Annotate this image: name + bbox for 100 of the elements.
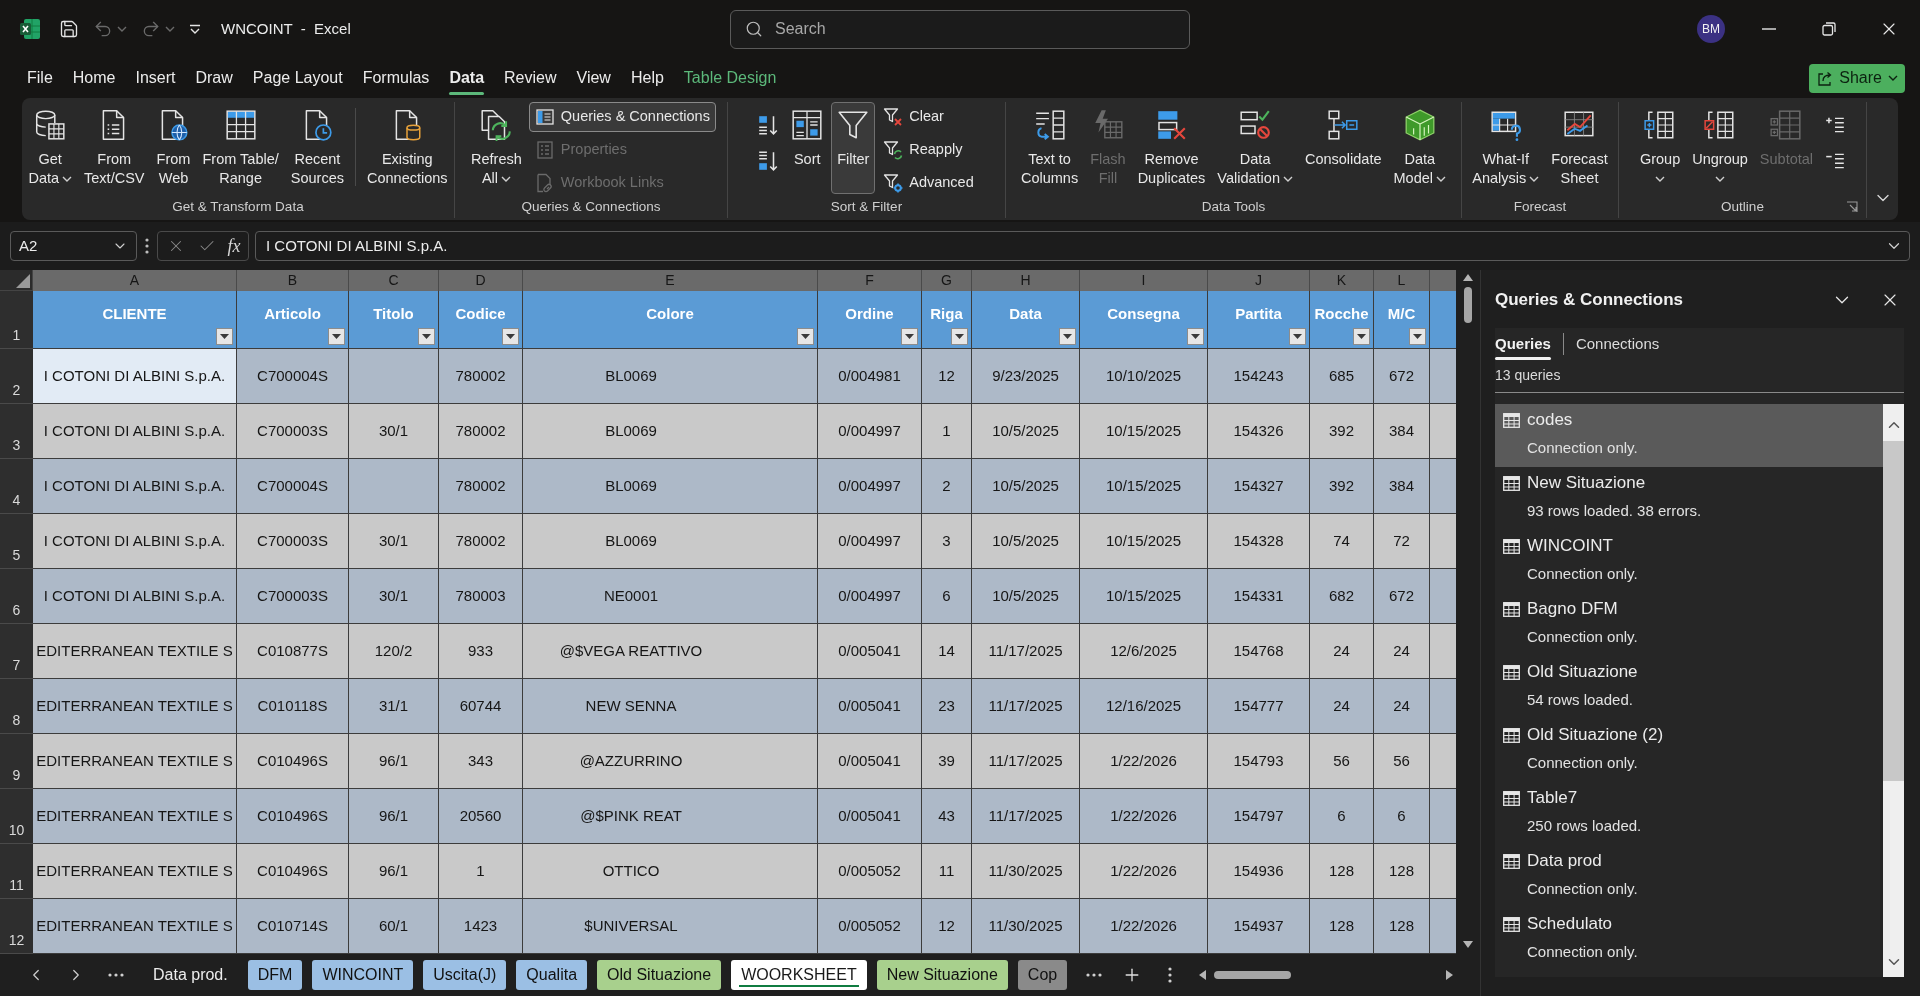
ribbon-button[interactable]: From Text/CSV bbox=[79, 102, 150, 194]
search-field[interactable]: Search bbox=[730, 9, 1190, 49]
select-all-corner[interactable] bbox=[0, 270, 33, 291]
group-label: Outline bbox=[1721, 197, 1764, 216]
table-cell: 1/22/2026 bbox=[1080, 899, 1208, 954]
table-cell: 23 bbox=[922, 679, 972, 734]
table-cell: EDITERRANEAN TEXTILE S bbox=[33, 789, 237, 844]
ribbon-button[interactable]: Data Validation bbox=[1212, 102, 1298, 194]
query-item[interactable]: codes Connection only. bbox=[1495, 404, 1883, 467]
ribbon-button[interactable]: Recent Sources bbox=[285, 102, 349, 194]
ribbon-tab[interactable]: Table Design bbox=[673, 58, 787, 98]
table-cell: 2 bbox=[922, 459, 972, 514]
panel-tab[interactable]: Connections bbox=[1575, 328, 1660, 360]
ribbon-tab[interactable]: Data bbox=[439, 58, 495, 98]
filter-button[interactable] bbox=[328, 328, 345, 345]
row-header[interactable]: 3 bbox=[0, 404, 33, 459]
ribbon-tab[interactable]: Home bbox=[62, 58, 126, 98]
filter-button[interactable] bbox=[216, 328, 233, 345]
sheet-tab[interactable]: Data prod. bbox=[143, 960, 238, 990]
table-cell: 154326 bbox=[1208, 404, 1310, 459]
ribbon-button[interactable]: Remove Duplicates bbox=[1132, 102, 1211, 194]
table-cell: 11 bbox=[922, 844, 972, 899]
ribbon-tab[interactable]: View bbox=[566, 58, 621, 98]
column-title: Colore bbox=[646, 304, 694, 325]
row-header[interactable]: 2 bbox=[0, 349, 33, 404]
ribbon-tab[interactable]: Page Layout bbox=[242, 58, 353, 98]
filter-button[interactable] bbox=[1353, 328, 1370, 345]
formula-field[interactable]: I COTONI DI ALBINI S.p.A. bbox=[255, 231, 1910, 261]
ribbon-tab[interactable]: Review bbox=[494, 58, 567, 98]
sheet-tab[interactable]: Qualita bbox=[516, 960, 588, 990]
ribbon-small-button[interactable]: Clear bbox=[877, 102, 980, 132]
account-avatar[interactable]: BM bbox=[1697, 15, 1725, 43]
ribbon-button[interactable]: Forecast Sheet bbox=[1546, 102, 1613, 194]
row-header[interactable]: 4 bbox=[0, 459, 33, 514]
filter-button[interactable] bbox=[418, 328, 435, 345]
insert-function-button[interactable]: fx bbox=[225, 234, 243, 258]
sheet-tab[interactable]: Cop bbox=[1017, 960, 1068, 990]
sheet-tab[interactable]: New Situazione bbox=[876, 960, 1008, 990]
row-header[interactable]: 12 bbox=[0, 899, 33, 954]
ribbon-button[interactable]: Sort bbox=[785, 102, 830, 194]
ribbon-tab[interactable]: Insert bbox=[125, 58, 186, 98]
sheet-tab[interactable]: Uscita(J) bbox=[423, 960, 507, 990]
row-header[interactable]: 6 bbox=[0, 569, 33, 624]
panel-tab[interactable]: Queries bbox=[1495, 328, 1551, 360]
filter-button[interactable] bbox=[951, 328, 968, 345]
ribbon-small-button[interactable]: Reapply bbox=[877, 135, 980, 165]
filter-button[interactable] bbox=[1409, 328, 1426, 345]
ribbon-button[interactable]: Group bbox=[1634, 102, 1686, 194]
table-cell: 3 bbox=[922, 514, 972, 569]
sheet-tab[interactable]: Old Situazione bbox=[597, 960, 722, 990]
filter-button[interactable] bbox=[1059, 328, 1076, 345]
ribbon-button[interactable]: What-If Analysis bbox=[1467, 102, 1545, 194]
ribbon-tab[interactable]: Draw bbox=[185, 58, 243, 98]
filter-button[interactable] bbox=[901, 328, 918, 345]
caret-icon bbox=[1529, 175, 1540, 182]
table-cell: I COTONI DI ALBINI S.p.A. bbox=[33, 349, 237, 404]
scrollbar-thumb[interactable] bbox=[1214, 971, 1292, 979]
share-button[interactable]: Share bbox=[1809, 63, 1905, 93]
ribbon-button[interactable]: From Web bbox=[151, 102, 196, 194]
row-header[interactable]: 11 bbox=[0, 844, 33, 899]
table-cell: 392 bbox=[1310, 404, 1374, 459]
ribbon-button[interactable]: Data Model bbox=[1388, 102, 1452, 194]
ribbon-tab[interactable]: Help bbox=[620, 58, 674, 98]
table-cell: 10/15/2025 bbox=[1080, 459, 1208, 514]
name-box[interactable]: A2 bbox=[10, 231, 137, 261]
sheet-tab[interactable]: WINCOINT bbox=[312, 960, 414, 990]
scrollbar-thumb[interactable] bbox=[1464, 287, 1472, 323]
row-header[interactable]: 7 bbox=[0, 624, 33, 679]
scrollbar-thumb[interactable] bbox=[1883, 441, 1904, 781]
table-icon bbox=[1503, 538, 1520, 554]
row-header[interactable]: 8 bbox=[0, 679, 33, 734]
filter-button[interactable] bbox=[502, 328, 519, 345]
filter-button[interactable] bbox=[1187, 328, 1204, 345]
row-header[interactable]: 10 bbox=[0, 789, 33, 844]
ribbon-button[interactable]: Get Data bbox=[23, 102, 78, 194]
ribbon-button[interactable]: Ungroup bbox=[1687, 102, 1753, 194]
ribbon-small-button[interactable]: Advanced bbox=[877, 168, 980, 198]
ribbon-button[interactable]: Existing Connections bbox=[362, 102, 453, 194]
ribbon-tab[interactable]: File bbox=[17, 58, 63, 98]
ribbon-button[interactable]: From Table/ Range bbox=[197, 102, 284, 194]
ribbon-button[interactable]: Refresh All bbox=[466, 102, 527, 194]
ribbon-tab[interactable]: Formulas bbox=[352, 58, 440, 98]
table-cell: I COTONI DI ALBINI S.p.A. bbox=[33, 404, 237, 459]
filter-button[interactable] bbox=[1289, 328, 1306, 345]
table-cell: BL0069 bbox=[523, 514, 818, 569]
sheet-tab[interactable]: WOORKSHEET bbox=[731, 960, 867, 990]
sheet-tab[interactable]: DFM bbox=[247, 960, 303, 990]
scrollbar[interactable] bbox=[1883, 404, 1904, 977]
row-header[interactable]: 5 bbox=[0, 514, 33, 569]
table-cell: 780002 bbox=[439, 459, 523, 514]
filter-button[interactable] bbox=[797, 328, 814, 345]
table-cell: 384 bbox=[1374, 459, 1430, 514]
ribbon-button[interactable]: Text to Columns bbox=[1015, 102, 1084, 194]
ribbon-small-button[interactable]: Queries & Connections bbox=[528, 102, 716, 132]
table-cell: C700003S bbox=[237, 514, 349, 569]
ribbon-button[interactable]: Consolidate bbox=[1299, 102, 1387, 194]
ribbon-button[interactable]: Filter bbox=[831, 102, 876, 194]
row-header[interactable]: 1 bbox=[0, 291, 33, 349]
row-header[interactable]: 9 bbox=[0, 734, 33, 789]
dialog-launcher-button[interactable] bbox=[1846, 201, 1858, 213]
